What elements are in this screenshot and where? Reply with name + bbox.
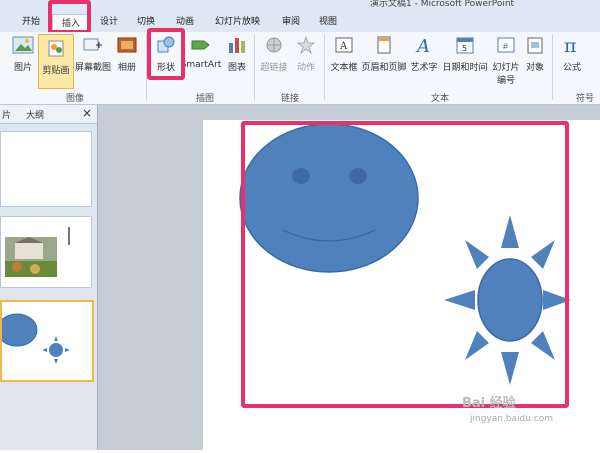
close-icon[interactable]: × (82, 106, 92, 120)
group-illustrations: 插图 (195, 94, 214, 104)
globe-icon (266, 37, 282, 53)
wordart-icon: A (415, 36, 430, 57)
header-footer-icon (377, 36, 391, 54)
clipart-icon (48, 40, 64, 57)
svg-text:#: # (502, 42, 509, 51)
group-text: 文本 (430, 94, 449, 104)
action-button[interactable]: 动作 (292, 32, 320, 73)
smartart-icon (191, 40, 210, 50)
header-footer-button[interactable]: 页眉和页脚 (360, 32, 408, 73)
album-icon (117, 37, 137, 53)
picture-icon (12, 36, 34, 54)
calendar-icon: 5 (456, 37, 474, 54)
textbox-icon: A (335, 37, 353, 53)
object-button[interactable]: 对象 (522, 32, 548, 73)
equation-button[interactable]: π 公式 (557, 32, 587, 73)
tab-transitions[interactable]: 切换 (137, 14, 155, 27)
tab-animations[interactable]: 动画 (176, 14, 194, 27)
textbox-button[interactable]: A 文本框 (328, 32, 360, 73)
tab-design[interactable]: 设计 (100, 14, 118, 27)
ribbon: 图片 剪贴画 屏幕截图 相册 图像 形状 SmartArt 图表 插图 超链接 … (0, 32, 600, 105)
svg-text:5: 5 (462, 44, 467, 53)
slide-3-preview (2, 313, 70, 364)
insert-tab-highlight (48, 0, 91, 34)
picture-button[interactable]: 图片 (8, 32, 38, 73)
tab-view[interactable]: 视图 (319, 14, 337, 27)
chart-icon (229, 38, 245, 53)
screenshot-button[interactable]: 屏幕截图 (73, 32, 113, 73)
photo-thumbnail (5, 237, 57, 277)
vertical-text-mark (68, 227, 70, 245)
group-images: 图像 (65, 94, 84, 104)
slide-number-icon: # (497, 37, 515, 53)
shapes-highlight (241, 121, 569, 408)
watermark: Bai 经验 (462, 396, 516, 411)
tab-slides[interactable]: 片 (2, 108, 11, 121)
wordart-button[interactable]: A 艺术字 (408, 32, 440, 73)
slide-thumbnail-3[interactable] (0, 300, 94, 382)
slide-number-button[interactable]: # 幻灯片 编号 (490, 32, 522, 86)
object-icon (527, 37, 543, 54)
group-separator (254, 34, 255, 100)
tab-slideshow[interactable]: 幻灯片放映 (215, 14, 260, 27)
screenshot-icon (83, 38, 102, 51)
group-separator (324, 34, 325, 100)
star-icon (296, 35, 316, 55)
hyperlink-button[interactable]: 超链接 (258, 32, 290, 73)
slide-thumbnail-2[interactable] (0, 216, 92, 288)
clipart-button[interactable]: 剪贴画 (38, 34, 74, 89)
panel-tabs: 片 大纲 × (0, 105, 97, 124)
slides-panel: 片 大纲 × (0, 105, 98, 450)
svg-text:A: A (339, 41, 348, 52)
chart-button[interactable]: 图表 (224, 32, 250, 73)
svg-text:A: A (415, 36, 430, 55)
watermark-url: jingyan.baidu.com (470, 414, 554, 424)
group-links: 链接 (280, 94, 299, 104)
svg-text:π: π (564, 35, 577, 55)
smartart-button[interactable]: SmartArt (180, 32, 222, 70)
pi-icon: π (564, 35, 577, 57)
tab-outline[interactable]: 大纲 (26, 108, 44, 121)
album-button[interactable]: 相册 (114, 32, 140, 73)
slide-thumbnail-1[interactable] (0, 131, 92, 207)
group-separator (552, 34, 553, 100)
shapes-button-highlight (147, 28, 185, 80)
tab-home[interactable]: 开始 (22, 14, 40, 27)
group-symbols: 符号 (575, 94, 594, 104)
tab-review[interactable]: 审阅 (282, 14, 300, 27)
date-time-button[interactable]: 5 日期和时间 (440, 32, 490, 73)
